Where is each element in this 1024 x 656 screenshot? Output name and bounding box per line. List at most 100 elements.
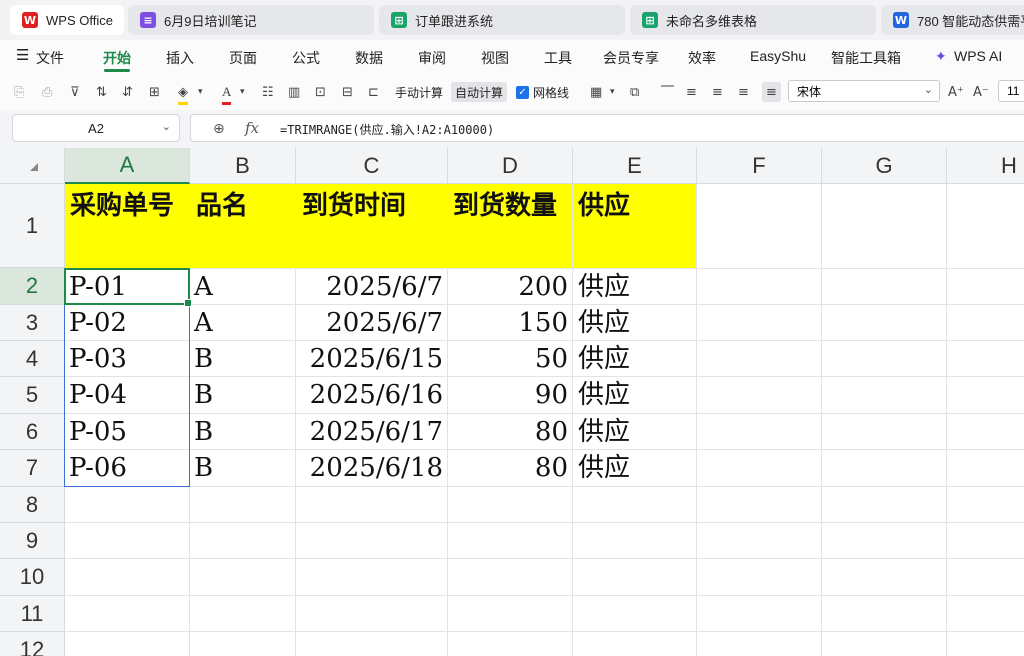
cell-e3[interactable]: 供应 [578,305,630,341]
tab-untitled-table[interactable]: ⊞ 未命名多维表格 [630,5,876,35]
cell-c7[interactable]: 2025/6/18 [296,450,443,486]
cell-b1[interactable]: 品名 [196,188,248,224]
menu-view[interactable]: 视图 [481,48,509,68]
menu-efficiency[interactable]: 效率 [688,48,716,68]
wrap-icon[interactable]: ⊡ [315,82,326,102]
cell-c3[interactable]: 2025/6/7 [296,305,443,341]
cell-b7[interactable]: B [194,450,213,486]
col-header-c[interactable]: C [296,148,448,184]
menu-home[interactable]: 开始 [103,48,131,68]
cell-c6[interactable]: 2025/6/17 [296,414,443,450]
chevron-down-icon[interactable]: ⌄ [162,120,171,133]
menu-member[interactable]: 会员专享 [603,48,659,68]
menu-page[interactable]: 页面 [229,48,257,68]
image-icon[interactable]: ⧉ [630,82,639,102]
font-name-select[interactable]: 宋体 ⌄ [788,80,940,102]
fit-icon[interactable]: ⊏ [368,82,379,102]
menu-easyshu[interactable]: EasyShu [750,48,806,64]
cell-d7[interactable]: 80 [448,450,568,486]
row-header-1[interactable]: 1 [0,184,65,268]
col-header-d[interactable]: D [448,148,573,184]
cell-d5[interactable]: 90 [448,377,568,413]
font-decrease-icon[interactable]: A⁻ [973,82,989,102]
cell-e5[interactable]: 供应 [578,377,630,413]
cell-c1[interactable]: 到货时间 [302,188,406,224]
tab-supply-platform[interactable]: W 780 智能动态供需平 [881,5,1024,35]
fill-color-dropdown-icon[interactable]: ▾ [198,82,203,102]
row-header-12[interactable]: 12 [0,632,65,656]
tab-training-notes[interactable]: ≡ 6月9日培训笔记 [128,5,374,35]
formula-input-area[interactable]: ⊕ fx =TRIMRANGE(供应.输入!A2:A10000) [190,114,1024,142]
cell-style-dropdown-icon[interactable]: ▾ [610,82,615,102]
paste-icon[interactable]: ⎘ [14,82,24,102]
cell-a1[interactable]: 采购单号 [70,188,174,224]
font-increase-icon[interactable]: A⁺ [948,82,964,102]
cell-c2[interactable]: 2025/6/7 [296,269,443,305]
font-size-select[interactable]: 11 [998,80,1024,102]
col-header-f[interactable]: F [697,148,822,184]
menu-file[interactable]: 文件 [36,48,64,68]
hamburger-menu-icon[interactable]: ☰ [16,46,29,64]
row-header-2[interactable]: 2 [0,268,65,305]
row-header-4[interactable]: 4 [0,341,65,377]
row-header-6[interactable]: 6 [0,414,65,450]
cell-d6[interactable]: 80 [448,414,568,450]
freeze-icon[interactable]: ▥ [288,82,300,102]
select-all-corner[interactable] [0,148,65,184]
col-header-a[interactable]: A [65,148,190,184]
row-header-8[interactable]: 8 [0,487,65,523]
tab-order-system[interactable]: ⊞ 订单跟进系统 [379,5,625,35]
menu-smart-toolbox[interactable]: 智能工具箱 [831,48,901,68]
row-header-7[interactable]: 7 [0,450,65,487]
active-cell-selection[interactable] [64,268,192,307]
cell-d3[interactable]: 150 [448,305,568,341]
col-header-h[interactable]: H [947,148,1024,184]
checkbox-checked-icon[interactable]: ✓ [516,85,529,99]
format-painter-icon[interactable]: ⎙ [42,82,52,102]
cell-e4[interactable]: 供应 [578,341,630,377]
font-color-icon[interactable]: A [222,82,232,105]
gridlines-toggle[interactable]: ✓ 网格线 [516,82,569,102]
cell-b5[interactable]: B [194,377,213,413]
menu-data[interactable]: 数据 [355,48,383,68]
cell-e2[interactable]: 供应 [578,269,630,305]
border-icon[interactable]: ⊞ [149,82,160,102]
col-header-e[interactable]: E [573,148,697,184]
row-header-11[interactable]: 11 [0,596,65,632]
insert-function-icon[interactable]: fx [245,119,259,137]
sort-asc-icon[interactable]: ⇅ [96,82,107,102]
cell-c5[interactable]: 2025/6/16 [296,377,443,413]
cell-b6[interactable]: B [194,414,213,450]
menu-wps-ai[interactable]: WPS AI [954,48,1002,64]
align-left-icon[interactable]: ≡ [686,82,697,102]
cell-e1[interactable]: 供应 [578,188,630,224]
cell-b2[interactable]: A [194,269,213,305]
cell-b3[interactable]: A [194,305,213,341]
cell-b4[interactable]: B [194,341,213,377]
menu-tools[interactable]: 工具 [544,48,572,68]
cell-c4[interactable]: 2025/6/15 [296,341,443,377]
row-header-5[interactable]: 5 [0,377,65,414]
row-header-9[interactable]: 9 [0,523,65,559]
menu-review[interactable]: 审阅 [418,48,446,68]
fill-handle[interactable] [184,299,192,307]
col-header-b[interactable]: B [190,148,296,184]
cell-d4[interactable]: 50 [448,341,568,377]
cell-d1[interactable]: 到货数量 [453,188,557,224]
auto-calc-button[interactable]: 自动计算 [451,82,508,102]
chevron-down-icon[interactable]: ⌄ [924,83,933,96]
align-right-icon[interactable]: ≡ [738,82,749,102]
row-header-10[interactable]: 10 [0,559,65,596]
cell-e7[interactable]: 供应 [578,450,630,486]
name-box[interactable]: A2 ⌄ [12,114,180,142]
align-icon[interactable]: ☷ [262,82,274,102]
manual-calc-button[interactable]: 手动计算 [395,82,443,102]
cell-style-icon[interactable]: ▦ [590,82,602,102]
filter-icon[interactable]: ⊽ [70,82,80,102]
menu-formula[interactable]: 公式 [292,48,320,68]
wps-ai-icon[interactable]: ✦ [935,48,947,65]
menu-insert[interactable]: 插入 [166,48,194,68]
sort-desc-icon[interactable]: ⇵ [122,82,133,102]
merge-icon[interactable]: ⊟ [342,82,353,102]
font-color-dropdown-icon[interactable]: ▾ [240,82,245,102]
